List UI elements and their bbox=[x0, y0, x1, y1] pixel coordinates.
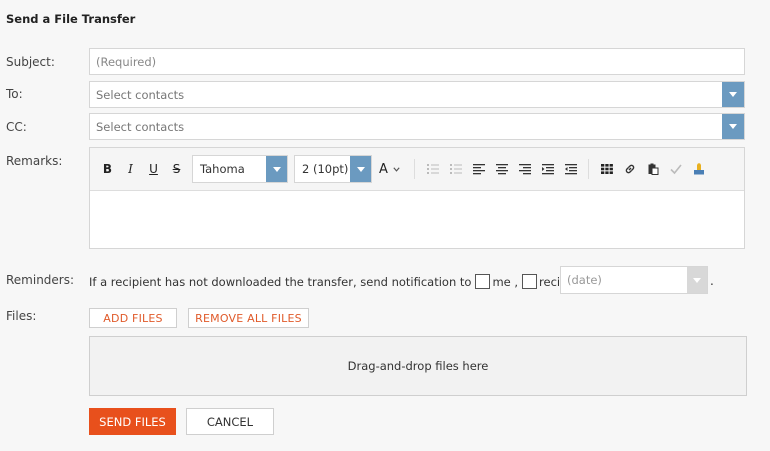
cancel-button[interactable]: CANCEL bbox=[186, 408, 274, 435]
outdent-icon[interactable] bbox=[559, 158, 582, 180]
strikethrough-button[interactable]: S bbox=[165, 158, 188, 180]
subject-input[interactable] bbox=[96, 49, 744, 74]
files-label: Files: bbox=[6, 309, 37, 323]
toolbar-divider bbox=[588, 159, 589, 179]
bold-button[interactable]: B bbox=[96, 158, 119, 180]
numbered-list-icon[interactable] bbox=[444, 158, 467, 180]
notify-me-label: me , bbox=[492, 274, 519, 289]
reminder-date-select[interactable]: (date) bbox=[560, 266, 708, 294]
paste-icon[interactable] bbox=[641, 158, 664, 180]
reminders-label: Reminders: bbox=[6, 273, 75, 287]
font-color-button[interactable]: A bbox=[372, 158, 408, 180]
align-left-icon[interactable] bbox=[467, 158, 490, 180]
table-icon[interactable] bbox=[595, 158, 618, 180]
cc-select[interactable]: Select contacts bbox=[89, 113, 745, 140]
add-files-button[interactable]: ADD FILES bbox=[89, 308, 177, 328]
chevron-down-icon[interactable] bbox=[266, 156, 287, 182]
reminder-end-period: . bbox=[710, 274, 714, 288]
font-color-icon: A bbox=[379, 161, 388, 177]
toolbar-divider bbox=[414, 159, 415, 179]
link-icon[interactable] bbox=[618, 158, 641, 180]
cc-select-value: Select contacts bbox=[96, 119, 185, 134]
dropzone-text: Drag-and-drop files here bbox=[347, 359, 489, 373]
send-files-button[interactable]: SEND FILES bbox=[89, 408, 176, 435]
remove-all-files-button[interactable]: REMOVE ALL FILES bbox=[188, 308, 309, 328]
italic-button[interactable]: I bbox=[119, 158, 142, 180]
reminder-sentence: If a recipient has not downloaded the tr… bbox=[89, 274, 616, 289]
underline-button[interactable]: U bbox=[142, 158, 165, 180]
stamp-icon[interactable] bbox=[687, 158, 710, 180]
reminder-date-value: (date) bbox=[567, 273, 602, 287]
remarks-label: Remarks: bbox=[6, 154, 63, 168]
to-select-value: Select contacts bbox=[96, 87, 185, 102]
editor-toolbar: B I U S Tahoma 2 (10pt) A bbox=[90, 148, 744, 191]
font-family-value: Tahoma bbox=[200, 162, 245, 176]
cc-label: CC: bbox=[6, 120, 27, 134]
to-select[interactable]: Select contacts bbox=[89, 81, 745, 108]
chevron-down-icon bbox=[393, 166, 400, 172]
remarks-editor: B I U S Tahoma 2 (10pt) A bbox=[89, 147, 745, 249]
spellcheck-icon[interactable] bbox=[664, 158, 687, 180]
remarks-textarea[interactable] bbox=[90, 191, 744, 248]
subject-label: Subject: bbox=[6, 55, 55, 69]
chevron-down-icon[interactable] bbox=[687, 267, 707, 293]
file-dropzone[interactable]: Drag-and-drop files here bbox=[89, 336, 747, 396]
align-right-icon[interactable] bbox=[513, 158, 536, 180]
to-label: To: bbox=[6, 87, 23, 101]
chevron-down-icon[interactable] bbox=[722, 82, 744, 107]
font-size-select[interactable]: 2 (10pt) bbox=[294, 155, 372, 183]
notify-recipients-checkbox[interactable] bbox=[522, 274, 538, 289]
bullet-list-icon[interactable] bbox=[421, 158, 444, 180]
reminder-text: If a recipient has not downloaded the tr… bbox=[89, 274, 472, 289]
subject-field[interactable] bbox=[89, 48, 745, 75]
font-family-select[interactable]: Tahoma bbox=[192, 155, 288, 183]
align-center-icon[interactable] bbox=[490, 158, 513, 180]
indent-icon[interactable] bbox=[536, 158, 559, 180]
chevron-down-icon[interactable] bbox=[722, 114, 744, 139]
notify-me-checkbox[interactable] bbox=[475, 274, 491, 289]
font-size-value: 2 (10pt) bbox=[302, 162, 349, 176]
page-title: Send a File Transfer bbox=[6, 12, 136, 26]
chevron-down-icon[interactable] bbox=[350, 156, 371, 182]
